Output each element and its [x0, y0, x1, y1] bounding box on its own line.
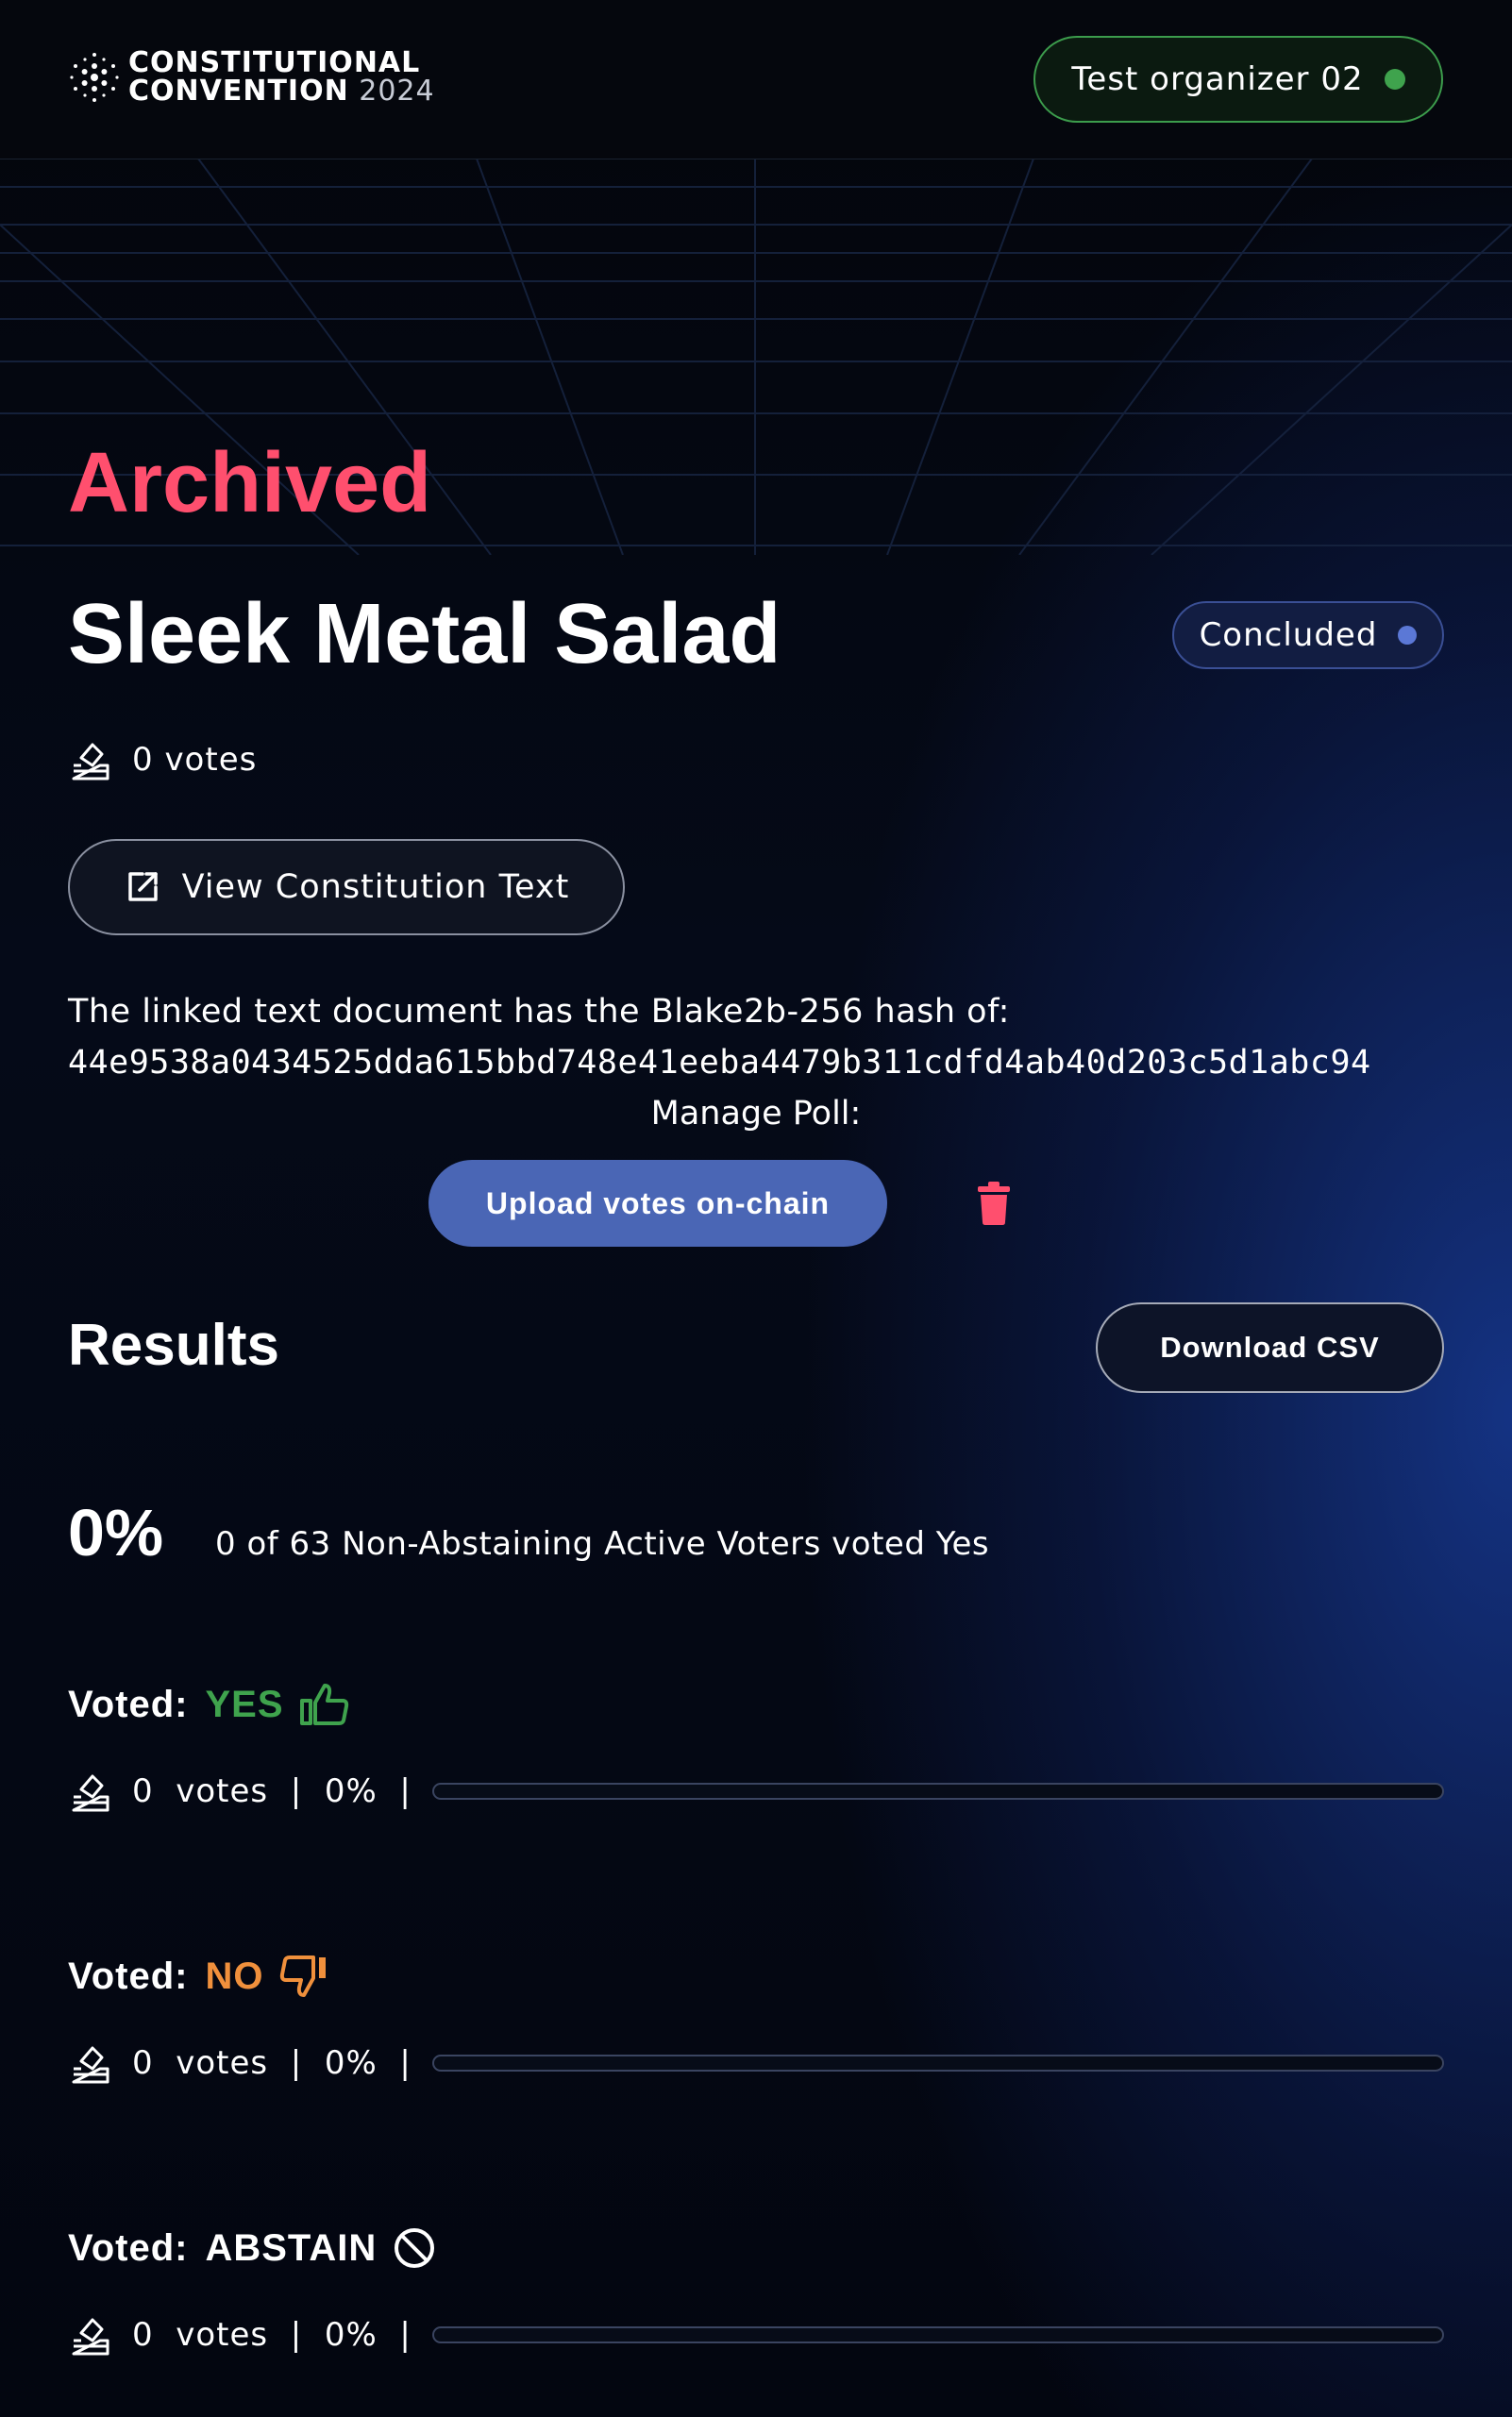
voted-no-heading: Voted: NO: [68, 1954, 329, 1999]
poll-status-badge: Concluded: [1172, 601, 1444, 669]
prohibited-icon: [395, 2228, 435, 2268]
abstain-progress-bar: [431, 2326, 1444, 2343]
ballot-box-icon: [72, 2318, 109, 2356]
upload-votes-button[interactable]: Upload votes on-chain: [428, 1160, 887, 1247]
voted-label: Voted:: [68, 1683, 189, 1725]
thumbs-down-icon: [280, 1955, 327, 1997]
status-text: Concluded: [1199, 616, 1378, 654]
voted-no-value: NO: [205, 1955, 264, 1997]
download-csv-button[interactable]: Download CSV: [1096, 1302, 1444, 1393]
votes-count-text: 0 votes: [132, 741, 258, 779]
hash-label: The linked text document has the Blake2b…: [68, 993, 1010, 1031]
app-header: CONSTITUTIONAL CONVENTION 2024 Test orga…: [0, 0, 1512, 159]
thumbs-up-icon: [299, 1684, 348, 1725]
logo-subtitle: CONVENTION: [128, 75, 349, 108]
no-progress-bar: [431, 2055, 1444, 2072]
status-dot: [1398, 626, 1418, 645]
view-constitution-label: View Constitution Text: [181, 868, 570, 906]
voted-label: Voted:: [68, 2226, 189, 2269]
abstain-stats-row: 0 votes | 0% |: [68, 2312, 1444, 2358]
logo[interactable]: CONSTITUTIONAL CONVENTION 2024: [68, 49, 435, 106]
yes-percentage: 0%: [68, 1496, 164, 1569]
delete-poll-trash-icon[interactable]: [976, 1182, 1012, 1225]
connected-status-dot: [1384, 69, 1405, 90]
voted-yes-heading: Voted: YES: [68, 1682, 350, 1727]
cardano-logo-icon: [70, 53, 119, 102]
yes-progress-bar: [431, 1783, 1444, 1800]
user-account-button[interactable]: Test organizer 02: [1033, 36, 1443, 123]
logo-title: CONSTITUTIONAL: [128, 46, 421, 79]
abstain-stats-text: 0 votes | 0% |: [132, 2316, 412, 2354]
ballot-box-icon: [72, 743, 109, 780]
no-stats-text: 0 votes | 0% |: [132, 2044, 412, 2082]
user-name: Test organizer 02: [1071, 60, 1364, 98]
ballot-box-icon: [72, 2046, 109, 2084]
hash-value: 44e9538a0434525dda615bbd748e41eeba4479b3…: [68, 1044, 1371, 1082]
poll-votes-count: 0 votes: [68, 737, 257, 782]
voted-yes-value: YES: [205, 1683, 284, 1725]
poll-title: Sleek Metal Salad: [68, 587, 781, 681]
logo-year: 2024: [359, 75, 435, 108]
voted-label: Voted:: [68, 1955, 189, 1997]
no-stats-row: 0 votes | 0% |: [68, 2040, 1444, 2086]
external-link-icon: [127, 872, 158, 901]
manage-poll-label: Manage Poll:: [650, 1095, 862, 1133]
results-heading: Results: [68, 1313, 279, 1378]
archived-label: Archived: [68, 436, 432, 530]
ballot-box-icon: [72, 1774, 109, 1812]
view-constitution-button[interactable]: View Constitution Text: [68, 839, 625, 935]
voted-abstain-heading: Voted: ABSTAIN: [68, 2225, 437, 2271]
voted-abstain-value: ABSTAIN: [205, 2226, 378, 2269]
results-summary: 0 of 63 Non-Abstaining Active Voters vot…: [215, 1525, 990, 1563]
yes-stats-row: 0 votes | 0% |: [68, 1769, 1444, 1814]
yes-stats-text: 0 votes | 0% |: [132, 1772, 412, 1810]
